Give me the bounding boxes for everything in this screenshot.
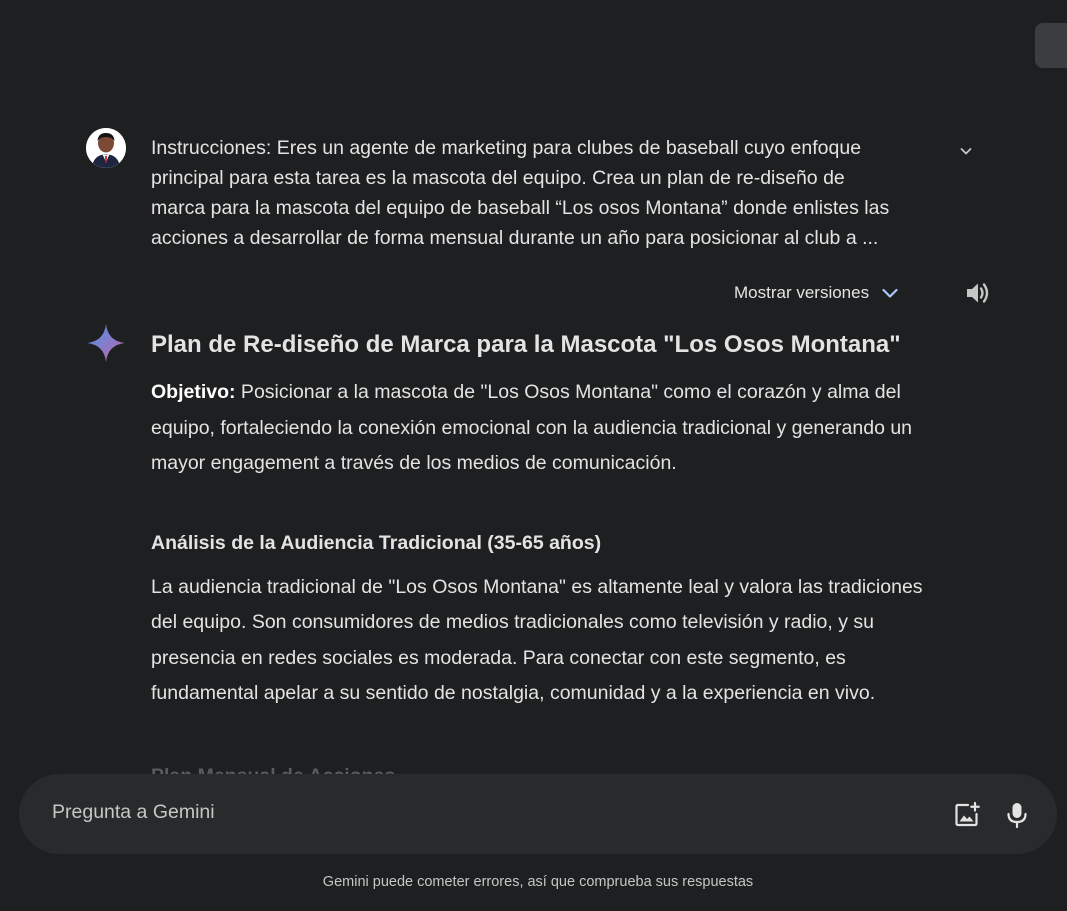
gemini-response: Plan de Re-diseño de Marca para la Masco… [151,328,941,712]
prompt-input[interactable]: Pregunta a Gemini [52,801,215,824]
mic-icon [1007,803,1027,829]
audience-analysis-paragraph: La audiencia tradicional de "Los Osos Mo… [151,575,923,705]
objective-paragraph: Objetivo: Posicionar a la mascota de "Lo… [151,375,941,482]
user-photo [86,128,126,168]
show-versions-label: Mostrar versiones [734,283,870,302]
chevron-down-icon [960,148,972,155]
chevron-down-icon [882,288,898,298]
response-title: Plan de Re-diseño de Marca para la Masco… [151,331,901,358]
microphone-button[interactable] [1002,800,1032,830]
upload-image-button[interactable] [952,800,982,830]
objective-label: Objetivo: [151,381,236,403]
scrollbar-thumb[interactable] [1035,23,1067,68]
disclaimer-text: Gemini puede cometer errores, así que co… [322,874,754,890]
gemini-chat-page: Instrucciones: Eres un agente de marketi… [0,0,1067,911]
prompt-input-bar[interactable]: Pregunta a Gemini [19,774,1057,854]
add-image-icon [955,801,980,827]
audience-analysis-heading: Análisis de la Audiencia Tradicional (35… [151,531,602,554]
show-versions-button[interactable]: Mostrar versiones [734,279,901,307]
expand-prompt-button[interactable] [954,139,978,163]
read-aloud-button[interactable] [963,279,993,307]
avatar[interactable] [86,128,126,168]
gemini-sparkle-icon [87,324,125,362]
volume-icon [967,283,989,303]
user-prompt-text: Instrucciones: Eres un agente de marketi… [151,137,890,249]
objective-text: Posicionar a la mascota de "Los Osos Mon… [151,381,913,474]
